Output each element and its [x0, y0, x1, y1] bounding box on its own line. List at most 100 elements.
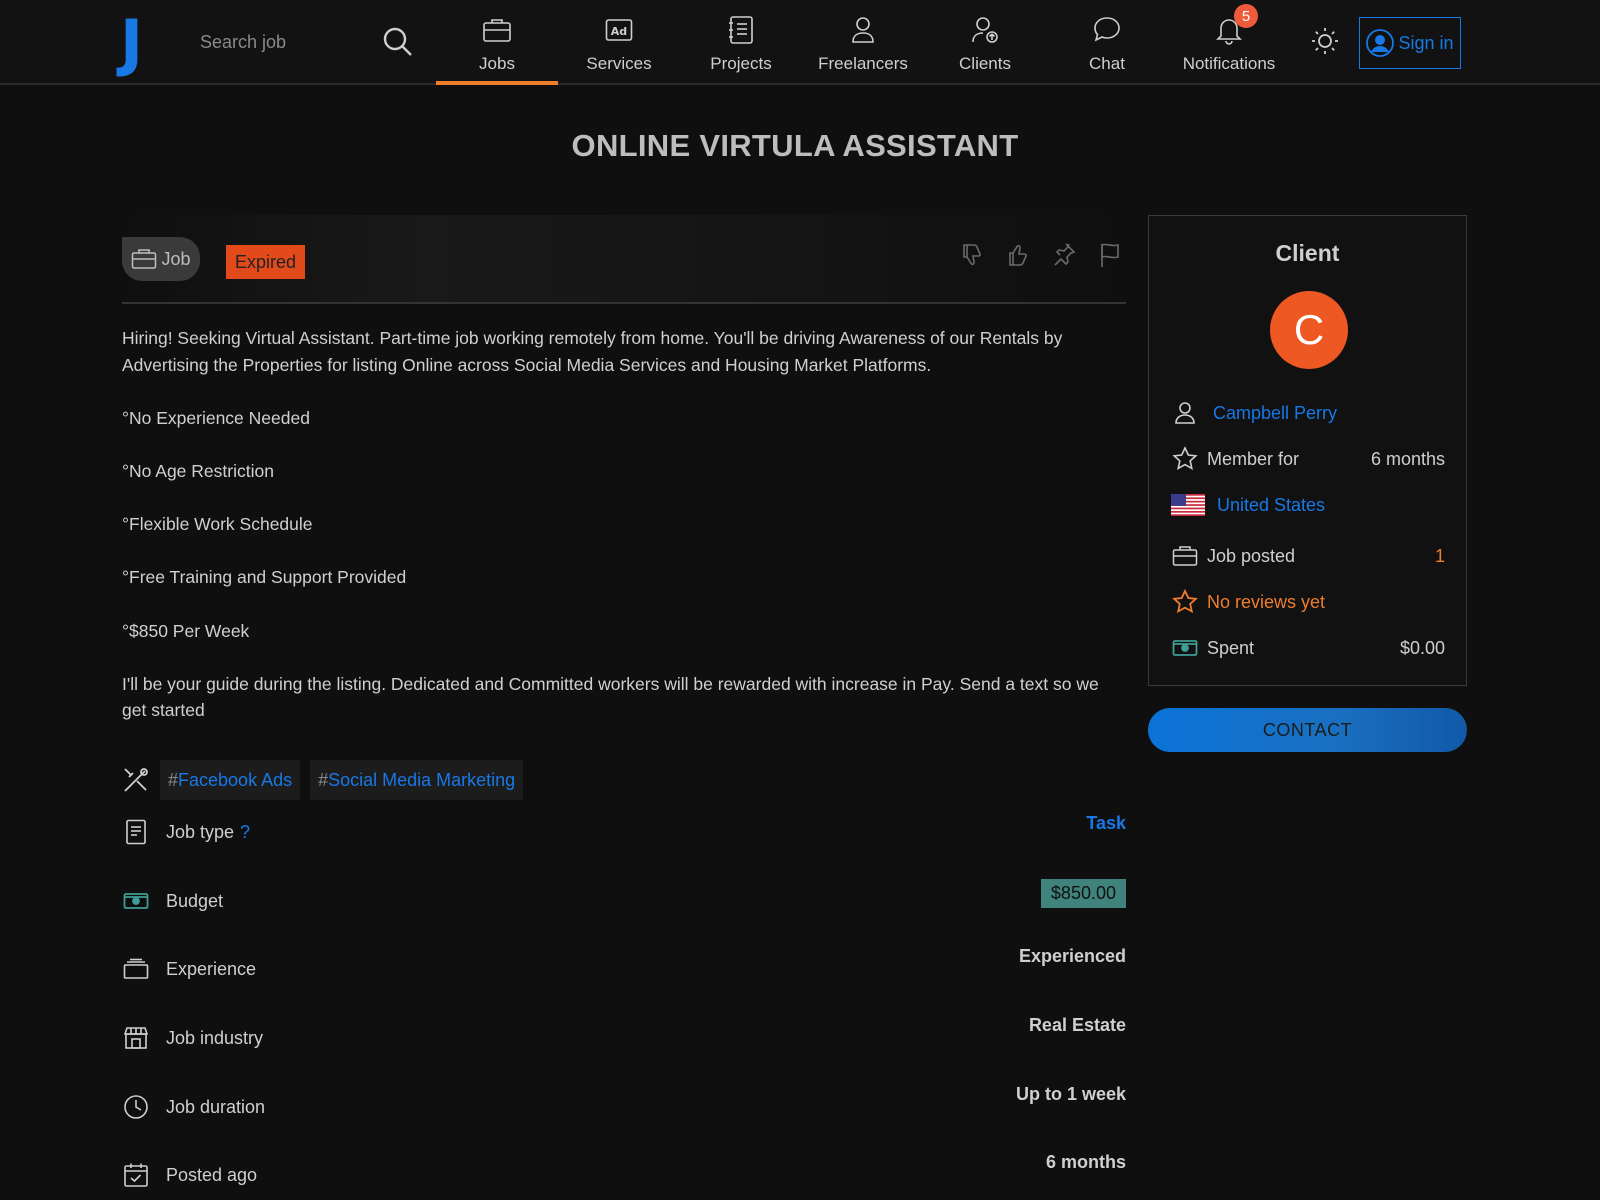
description-paragraph: Hiring! Seeking Virtual Assistant. Part-… [122, 328, 1063, 375]
spent-label: Spent [1207, 637, 1255, 658]
experience-value: Experienced [1018, 946, 1126, 966]
site-logo[interactable]: J [120, 12, 143, 74]
spent-row: Spent $0.00 [1171, 633, 1445, 663]
nav-label: Freelancers [818, 54, 908, 73]
document-icon [126, 819, 146, 845]
storefront-icon [123, 1027, 149, 1049]
thumbs-down-icon [963, 244, 981, 266]
client-card-title: Client [1275, 240, 1340, 266]
job-type-label: Job [161, 248, 191, 269]
nav-clients[interactable]: Clients [924, 0, 1046, 85]
job-type-help-link[interactable]: ? [240, 822, 250, 843]
industry-value: Real Estate [1028, 1015, 1126, 1035]
chat-bubble-icon [1094, 17, 1120, 42]
jobs-posted-value: 1 [1434, 545, 1445, 566]
spent-value: $0.00 [1399, 637, 1445, 658]
job-description: Hiring! Seeking Virtual Assistant. Part-… [122, 325, 1126, 751]
nav-notifications[interactable]: 5 Notifications [1168, 0, 1290, 85]
description-paragraph: °No Age Restriction [122, 460, 274, 481]
skill-tags: # Facebook Ads # Social Media Marketing [122, 760, 524, 800]
tag-facebook-ads[interactable]: # Facebook Ads [160, 760, 301, 800]
tag-social-media-marketing[interactable]: # Social Media Marketing [310, 760, 524, 800]
search-icon [383, 27, 412, 56]
star-outline-icon [1172, 446, 1198, 470]
budget-value: $850.00 [1040, 879, 1126, 908]
nav-label: Jobs [479, 54, 515, 73]
detail-budget: Budget $850.00 [122, 879, 1126, 916]
member-for-value: 6 months [1370, 448, 1445, 469]
reviews-row: No reviews yet [1171, 587, 1445, 617]
tag-prefix: # [168, 769, 179, 790]
detail-label: Job industry [166, 1027, 264, 1048]
notebook-icon [729, 16, 753, 44]
top-navigation-bar: J Jobs Ad Services [0, 0, 1600, 85]
status-badge: Expired [226, 245, 306, 279]
main-nav: Jobs Ad Services Projects Freelancers Cl… [436, 0, 1290, 85]
sign-in-button[interactable]: Sign in [1359, 17, 1461, 69]
user-circle-icon [1366, 29, 1395, 57]
nav-freelancers[interactable]: Freelancers [802, 0, 924, 85]
client-icon [972, 17, 998, 43]
tag-label: Social Media Marketing [328, 769, 516, 790]
jobs-posted-row: Job posted 1 [1171, 541, 1445, 571]
avatar[interactable]: C [1270, 291, 1348, 369]
page-title: ONLINE VIRTULA ASSISTANT [571, 128, 1019, 163]
country-row: United States [1171, 490, 1445, 520]
report-button[interactable] [1096, 241, 1124, 269]
job-header: Job Expired [122, 215, 1126, 304]
client-name-row: Campbell Perry [1171, 398, 1445, 428]
nav-jobs[interactable]: Jobs [436, 0, 558, 85]
thumbs-up-icon [1009, 244, 1027, 266]
dislike-button[interactable] [958, 241, 986, 269]
client-card: Client C Campbell Perry Member for 6 mon… [1148, 215, 1467, 686]
pin-icon [1054, 243, 1076, 266]
description-paragraph: °Flexible Work Schedule [122, 514, 313, 535]
ad-icon: Ad [605, 19, 633, 41]
country-link[interactable]: United States [1217, 495, 1325, 516]
detail-label: Budget [166, 890, 224, 911]
job-type-pill: Job [122, 237, 200, 281]
description-paragraph: I'll be your guide during the listing. D… [122, 673, 1099, 721]
notification-count-badge: 5 [1234, 4, 1258, 28]
detail-job-industry: Job industry Real Estate [122, 1015, 1126, 1053]
person-icon [1175, 402, 1195, 424]
reviews-label: No reviews yet [1207, 591, 1326, 612]
tools-icon [124, 768, 148, 792]
star-outline-icon [1172, 589, 1198, 614]
description-paragraph: °$850 Per Week [122, 620, 250, 641]
client-name-link[interactable]: Campbell Perry [1213, 403, 1337, 424]
calendar-check-icon [124, 1163, 148, 1187]
nav-services[interactable]: Ad Services [558, 0, 680, 85]
nav-label: Services [586, 54, 652, 73]
detail-label: Job type [166, 821, 235, 842]
theme-toggle-button[interactable] [1310, 26, 1340, 56]
tag-prefix: # [318, 769, 329, 790]
detail-experience: Experience Experienced [122, 946, 1126, 984]
search-input[interactable] [200, 22, 370, 62]
briefcase-icon [132, 249, 157, 269]
person-icon [852, 17, 874, 43]
briefcase-icon [483, 19, 511, 42]
nav-label: Chat [1089, 54, 1125, 73]
nav-label: Projects [710, 54, 772, 73]
pin-button[interactable] [1050, 241, 1078, 269]
job-actions [958, 241, 1124, 269]
posted-value: 6 months [1045, 1152, 1126, 1172]
jobs-posted-label: Job posted [1207, 545, 1296, 566]
us-flag-icon [1171, 494, 1205, 516]
nav-chat[interactable]: Chat [1046, 0, 1168, 85]
clock-icon [124, 1095, 148, 1119]
layers-icon [123, 958, 149, 979]
money-icon [123, 893, 149, 909]
detail-job-type: Job type ? Task [122, 813, 1126, 847]
tag-label: Facebook Ads [178, 769, 293, 790]
contact-button[interactable]: CONTACT [1148, 708, 1467, 752]
nav-projects[interactable]: Projects [680, 0, 802, 85]
nav-label: Clients [959, 54, 1011, 73]
detail-label: Job duration [166, 1096, 266, 1117]
job-type-value[interactable]: Task [1086, 813, 1126, 834]
like-button[interactable] [1004, 241, 1032, 269]
member-for-label: Member for [1207, 448, 1300, 469]
search-button[interactable] [380, 24, 416, 60]
flag-icon [1101, 243, 1119, 267]
